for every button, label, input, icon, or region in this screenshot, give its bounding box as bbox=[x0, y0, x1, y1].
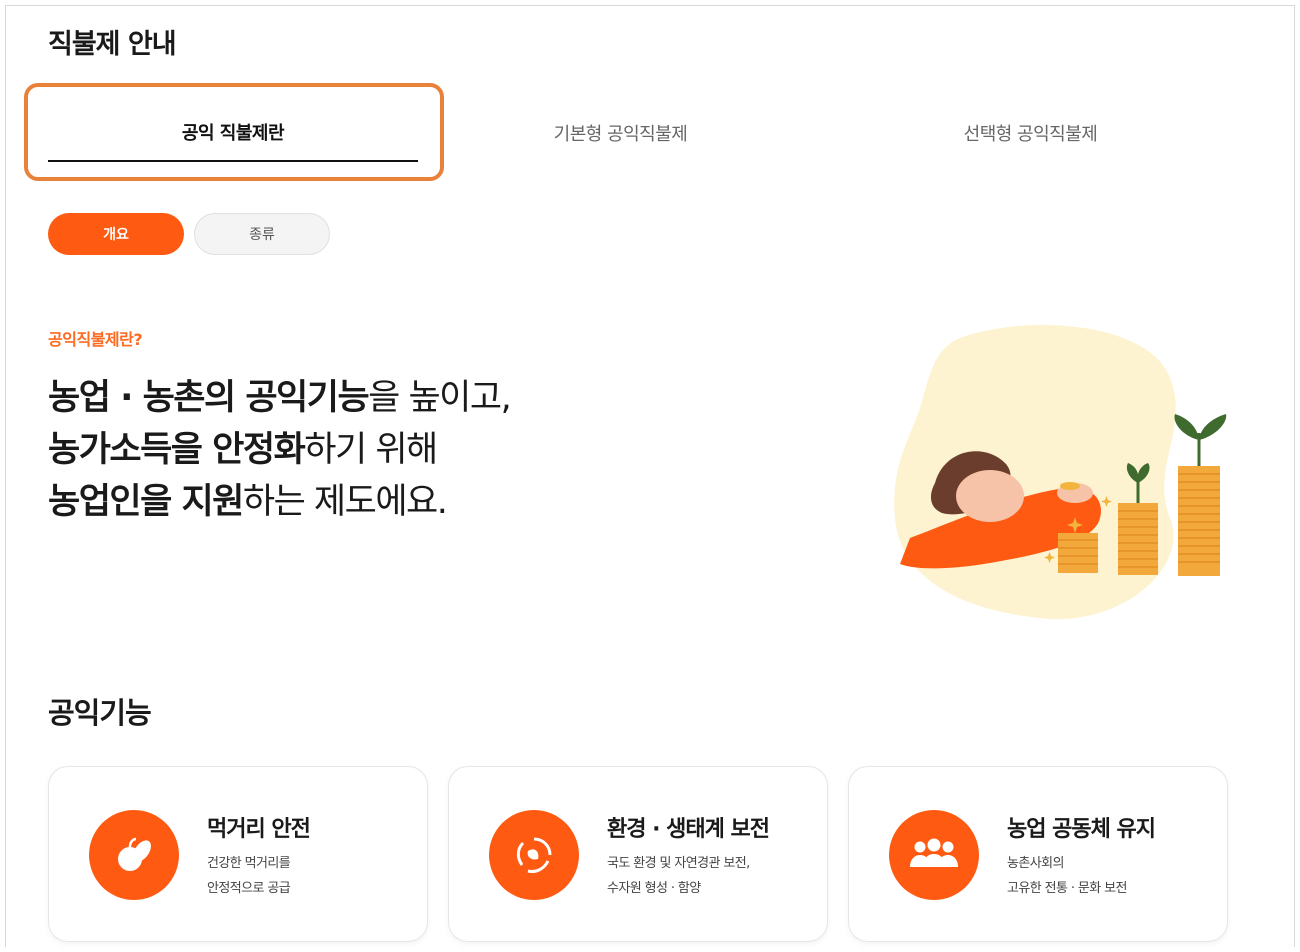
headline-line-3: 농업인을 지원하는 제도에요. bbox=[48, 476, 510, 528]
card-desc: 국도 환경 및 자연경관 보전, 수자원 형성 · 함양 bbox=[607, 851, 750, 901]
card-title: 먹거리 안전 bbox=[207, 817, 311, 842]
card-food-safety: 먹거리 안전 건강한 먹거리를 안정적으로 공급 bbox=[48, 766, 428, 942]
subtab-types[interactable]: 종류 bbox=[194, 213, 330, 255]
card-desc-line-1: 농촌사회의 bbox=[1007, 856, 1064, 871]
sub-tabs: 개요 종류 bbox=[48, 213, 330, 255]
card-desc-line-1: 국도 환경 및 자연경관 보전, bbox=[607, 856, 750, 871]
eco-cycle-icon bbox=[489, 810, 579, 900]
intro-kicker: 공익직불제란? bbox=[48, 330, 143, 349]
headline-line-3-rest: 하는 제도에요. bbox=[242, 482, 448, 522]
card-desc-line-2: 고유한 전통 · 문화 보전 bbox=[1007, 881, 1128, 896]
card-desc: 건강한 먹거리를 안정적으로 공급 bbox=[207, 851, 291, 901]
headline-line-2-rest: 하기 위해 bbox=[304, 430, 438, 470]
people-icon bbox=[889, 810, 979, 900]
page-title: 직불제 안내 bbox=[48, 29, 177, 60]
farmer-coins-illustration bbox=[894, 325, 1227, 620]
headline-line-1: 농업 · 농촌의 공익기능을 높이고, bbox=[48, 372, 512, 424]
fruit-icon bbox=[89, 810, 179, 900]
tab-public-payment[interactable]: 공익 직불제란 bbox=[48, 104, 418, 162]
headline-line-1-rest: 을 높이고, bbox=[368, 378, 512, 418]
headline-line-2-bold: 농가소득을 안정화 bbox=[48, 430, 306, 470]
card-ecosystem: 환경 · 생태계 보전 국도 환경 및 자연경관 보전, 수자원 형성 · 함양 bbox=[448, 766, 828, 942]
card-desc-line-2: 수자원 형성 · 함양 bbox=[607, 881, 701, 896]
headline-line-1-bold: 농업 · 농촌의 공익기능 bbox=[48, 378, 370, 418]
tab-optional-payment[interactable]: 선택형 공익직불제 bbox=[838, 104, 1223, 162]
card-desc-line-1: 건강한 먹거리를 bbox=[207, 856, 291, 871]
card-community: 농업 공동체 유지 농촌사회의 고유한 전통 · 문화 보전 bbox=[848, 766, 1228, 942]
intro-headline: 농업 · 농촌의 공익기능을 높이고, 농가소득을 안정화하기 위해 농업인을 … bbox=[48, 372, 512, 528]
card-title: 농업 공동체 유지 bbox=[1007, 817, 1156, 842]
subtab-overview[interactable]: 개요 bbox=[48, 213, 184, 255]
tab-basic-payment[interactable]: 기본형 공익직불제 bbox=[428, 104, 813, 162]
card-title: 환경 · 생태계 보전 bbox=[607, 817, 770, 842]
headline-line-3-bold: 농업인을 지원 bbox=[48, 482, 244, 522]
card-desc-line-2: 안정적으로 공급 bbox=[207, 881, 291, 896]
card-desc: 농촌사회의 고유한 전통 · 문화 보전 bbox=[1007, 851, 1128, 901]
public-function-cards: 먹거리 안전 건강한 먹거리를 안정적으로 공급 환경 · 생태계 보전 국도 … bbox=[48, 766, 1230, 946]
main-tabs: 공익 직불제란 기본형 공익직불제 선택형 공익직불제 bbox=[48, 104, 1228, 164]
section-title: 공익기능 bbox=[48, 696, 152, 730]
headline-line-2: 농가소득을 안정화하기 위해 bbox=[48, 424, 510, 476]
